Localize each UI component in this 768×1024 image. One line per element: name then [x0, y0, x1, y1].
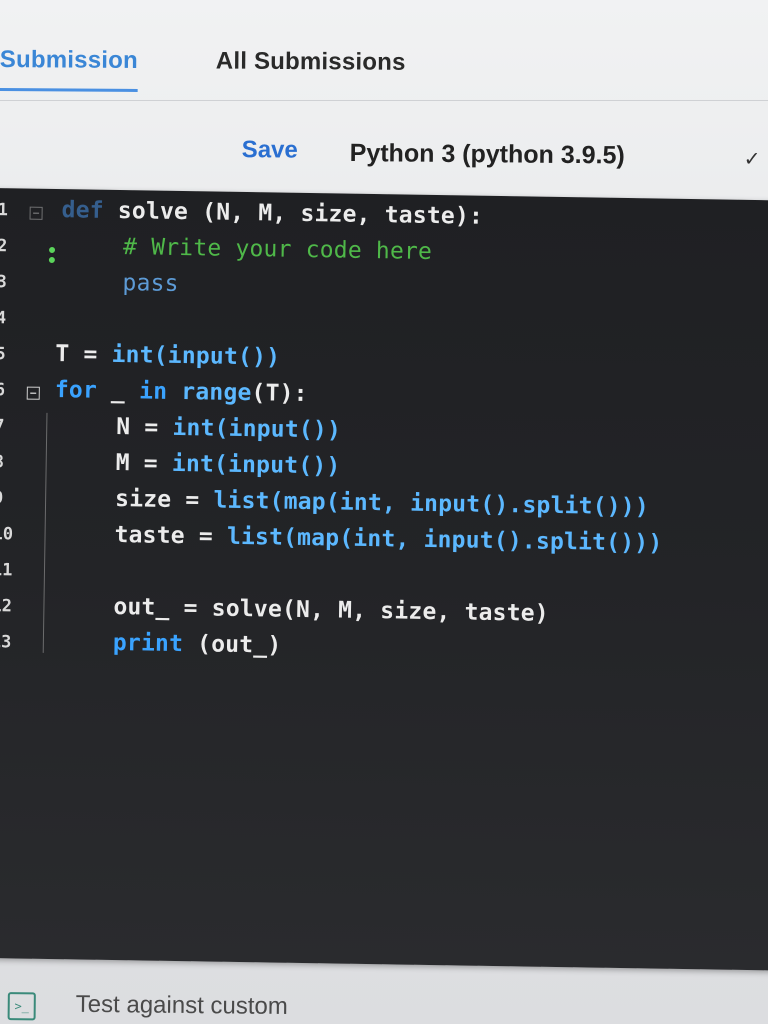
- terminal-icon[interactable]: >_: [7, 992, 36, 1021]
- line-number: 3: [0, 272, 7, 293]
- tab-divider: [0, 100, 768, 101]
- code-keyword: pass: [122, 270, 179, 297]
- code-text: out_ = solve(N, M, size, taste): [113, 593, 550, 627]
- line-number: 9: [0, 488, 4, 509]
- line-number: 10: [0, 524, 14, 545]
- code-line: N = int(input()): [116, 414, 341, 444]
- code-text: (out_): [182, 631, 282, 659]
- code-comment: # Write your code here: [122, 234, 433, 265]
- code-text: size =: [114, 486, 214, 514]
- code-call: range: [167, 378, 252, 407]
- code-keyword: def: [61, 197, 105, 224]
- line-number: 2: [0, 236, 8, 257]
- chevron-down-icon[interactable]: ✓: [744, 146, 761, 171]
- editor-gutter: 1 2 3 4 5 6 7 8 9 10 11 12 13 − −: [0, 188, 50, 959]
- line-number: 8: [0, 452, 5, 473]
- code-text: (T):: [251, 380, 308, 408]
- save-button[interactable]: Save: [242, 136, 298, 164]
- test-custom-input-toggle[interactable]: Test against custom: [76, 991, 288, 1021]
- code-call: int(input()): [172, 414, 342, 444]
- code-text: _: [96, 377, 140, 405]
- code-call: list(map(int, input().split())): [226, 523, 663, 557]
- editor-toolbar: Save Python 3 (python 3.9.5) ✓: [0, 120, 768, 187]
- code-line: M = int(input()): [115, 450, 340, 480]
- code-line: for _ in range(T):: [55, 377, 308, 407]
- fold-toggle-icon[interactable]: −: [26, 386, 40, 400]
- line-number: 6: [0, 380, 6, 401]
- fold-toggle-icon[interactable]: −: [29, 206, 43, 220]
- code-line: T = int(input()): [55, 341, 280, 371]
- tab-bar: Submission All Submissions: [0, 40, 768, 107]
- code-line: pass: [122, 270, 179, 297]
- code-text: N =: [116, 414, 173, 441]
- tab-all-submissions[interactable]: All Submissions: [216, 48, 406, 77]
- code-text: solve (N, M, size, taste):: [103, 197, 484, 230]
- code-text: taste =: [114, 522, 228, 550]
- code-text: T =: [55, 341, 112, 368]
- line-number: 13: [0, 632, 12, 653]
- line-number: 1: [0, 200, 9, 221]
- code-editor[interactable]: 1 2 3 4 5 6 7 8 9 10 11 12 13 − − def so…: [0, 188, 768, 971]
- code-line: print (out_): [113, 630, 282, 659]
- line-number: 12: [0, 596, 13, 617]
- code-line: taste = list(map(int, input().split())): [114, 522, 662, 557]
- line-number: 5: [0, 344, 6, 365]
- code-keyword: print: [112, 629, 184, 658]
- breakpoint-marker-icon: [48, 246, 56, 254]
- tab-submission[interactable]: Submission: [0, 45, 138, 92]
- bottom-bar: >_ Test against custom: [0, 980, 768, 1024]
- code-call: list(map(int, input().split())): [213, 487, 650, 521]
- line-number: 11: [0, 560, 13, 581]
- code-line: def solve (N, M, size, taste):: [61, 197, 483, 230]
- code-line: # Write your code here: [123, 234, 432, 265]
- code-call: int(input()): [171, 450, 341, 480]
- code-call: int(input()): [111, 341, 281, 371]
- code-line: size = list(map(int, input().split())): [115, 486, 649, 520]
- code-keyword: for: [54, 377, 98, 404]
- code-text: M =: [115, 450, 173, 477]
- line-number: 4: [0, 308, 7, 329]
- line-number: 7: [0, 416, 5, 437]
- code-submission-page: Submission All Submissions Save Python 3…: [0, 0, 768, 1024]
- code-line: out_ = solve(N, M, size, taste): [113, 594, 549, 627]
- code-keyword: in: [138, 378, 168, 405]
- breakpoint-marker-icon: [48, 256, 55, 264]
- language-select[interactable]: Python 3 (python 3.9.5): [350, 139, 625, 170]
